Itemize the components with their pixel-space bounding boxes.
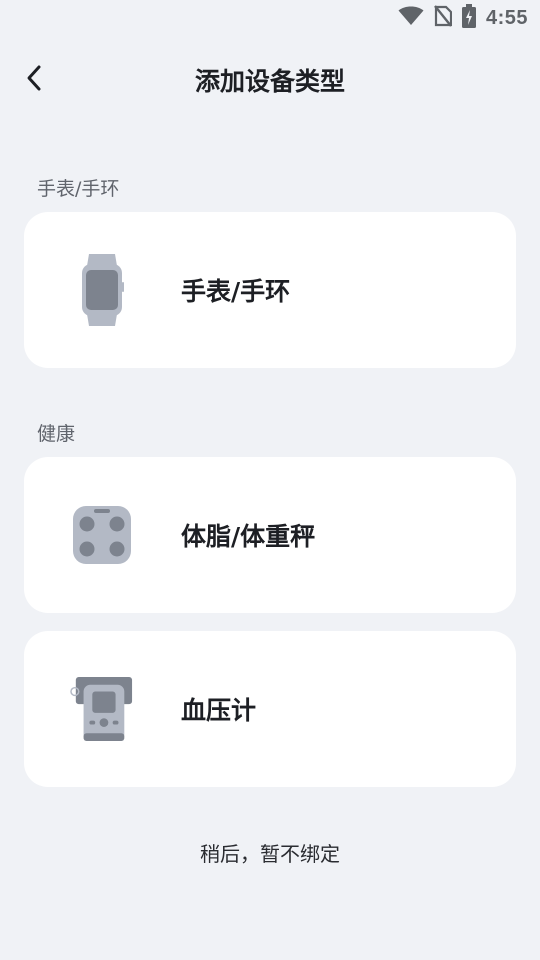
device-card-scale[interactable]: 体脂/体重秤 — [24, 457, 516, 613]
body-scale-icon — [70, 493, 134, 577]
header: 添加设备类型 — [0, 48, 540, 112]
device-card-watch[interactable]: 手表/手环 — [24, 212, 516, 368]
status-time: 4:55 — [485, 6, 528, 29]
smartwatch-icon — [70, 248, 134, 332]
status-bar: 4:55 — [0, 0, 540, 36]
skip-binding-link[interactable]: 稍后，暂不绑定 — [0, 838, 540, 867]
page-title: 添加设备类型 — [194, 67, 345, 96]
wifi-icon — [398, 6, 424, 30]
battery-charging-icon — [461, 4, 476, 32]
device-label-blood-pressure: 血压计 — [181, 696, 257, 725]
section-label-health: 健康 — [37, 423, 76, 445]
device-card-blood-pressure[interactable]: 血压计 — [24, 631, 516, 787]
no-sim-icon — [434, 5, 453, 31]
device-label-watch: 手表/手环 — [181, 277, 291, 306]
blood-pressure-monitor-icon — [70, 667, 134, 751]
section-label-watch: 手表/手环 — [37, 178, 120, 200]
status-icons: 4:55 — [398, 4, 528, 32]
device-label-scale: 体脂/体重秤 — [181, 522, 316, 551]
